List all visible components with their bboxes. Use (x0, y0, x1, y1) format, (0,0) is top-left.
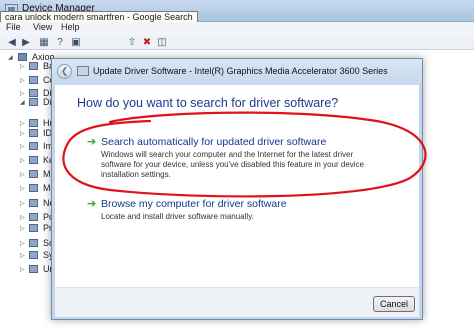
computer-icon (18, 53, 27, 61)
battery-icon (29, 62, 38, 70)
menu-view[interactable]: View (33, 22, 52, 32)
uninstall-icon[interactable]: ✖ (141, 37, 153, 48)
expand-arrow-icon[interactable]: ▷ (20, 240, 25, 247)
menu-file[interactable]: File (6, 22, 21, 32)
search-automatically-description: Windows will search your computer and th… (101, 150, 364, 179)
ports-icon (29, 213, 38, 221)
expand-arrow-icon[interactable]: ▷ (20, 171, 25, 178)
update-driver-dialog: ❮ Update Driver Software - Intel(R) Grap… (51, 58, 423, 320)
browse-computer-option[interactable]: ➔ Browse my computer for driver software… (55, 197, 419, 227)
computer-icon (29, 76, 38, 84)
ide-icon (29, 129, 38, 137)
scan-icon[interactable]: ◫ (156, 37, 168, 48)
imaging-icon (29, 142, 38, 150)
usb-icon (29, 265, 38, 273)
green-arrow-icon: ➔ (87, 136, 97, 148)
browse-computer-title[interactable]: Browse my computer for driver software (101, 198, 287, 210)
grid-icon[interactable]: ▦ (38, 37, 50, 48)
expand-arrow-icon[interactable]: ▷ (20, 225, 25, 232)
browse-computer-description: Locate and install driver software manua… (101, 212, 254, 221)
network-icon (29, 199, 38, 207)
search-automatically-title[interactable]: Search automatically for updated driver … (101, 136, 326, 148)
expand-arrow-icon[interactable]: ▷ (20, 266, 25, 273)
system-icon (29, 251, 38, 259)
expand-arrow-icon[interactable]: ▷ (20, 185, 25, 192)
expand-arrow-icon[interactable]: ▷ (20, 130, 25, 137)
forward-icon[interactable]: ▶ (20, 37, 32, 48)
collapse-arrow-icon[interactable]: ◢ (8, 54, 13, 61)
expand-arrow-icon[interactable]: ▷ (20, 120, 25, 127)
expand-arrow-icon[interactable]: ▷ (20, 157, 25, 164)
green-arrow-icon: ➔ (87, 198, 97, 210)
collapse-arrow-icon[interactable]: ◢ (20, 99, 25, 106)
monitor-icon (29, 184, 38, 192)
update-driver-icon[interactable]: ⇧ (126, 37, 138, 48)
display-icon (29, 98, 38, 106)
mouse-icon (29, 170, 38, 178)
device-icon (77, 66, 89, 76)
menu-help[interactable]: Help (61, 22, 80, 32)
back-arrow-icon[interactable]: ❮ (57, 64, 72, 79)
sound-icon (29, 239, 38, 247)
toolbar: ◀ ▶ ▦ ? ▣ ⇧ ✖ ◫ (0, 36, 474, 50)
expand-arrow-icon[interactable]: ▷ (20, 252, 25, 259)
processor-icon (29, 224, 38, 232)
dialog-header: ❮ Update Driver Software - Intel(R) Grap… (52, 59, 422, 85)
expand-arrow-icon[interactable]: ▷ (20, 90, 25, 97)
properties-icon[interactable]: ▣ (70, 37, 82, 48)
dialog-title: Update Driver Software - Intel(R) Graphi… (93, 66, 388, 76)
search-automatically-option[interactable]: ➔ Search automatically for updated drive… (55, 135, 419, 183)
expand-arrow-icon[interactable]: ▷ (20, 63, 25, 70)
menu-bar: File View Help (0, 22, 474, 36)
disk-icon (29, 89, 38, 97)
dialog-footer: Cancel (55, 287, 419, 317)
keyboard-icon (29, 156, 38, 164)
expand-arrow-icon[interactable]: ▷ (20, 214, 25, 221)
back-icon[interactable]: ◀ (6, 37, 18, 48)
expand-arrow-icon[interactable]: ▷ (20, 77, 25, 84)
page-question: How do you want to search for driver sof… (77, 96, 339, 110)
help-icon[interactable]: ? (54, 37, 66, 48)
expand-arrow-icon[interactable]: ▷ (20, 200, 25, 207)
cancel-button[interactable]: Cancel (373, 296, 415, 312)
hid-icon (29, 119, 38, 127)
dialog-body: How do you want to search for driver sof… (55, 85, 419, 287)
expand-arrow-icon[interactable]: ▷ (20, 143, 25, 150)
